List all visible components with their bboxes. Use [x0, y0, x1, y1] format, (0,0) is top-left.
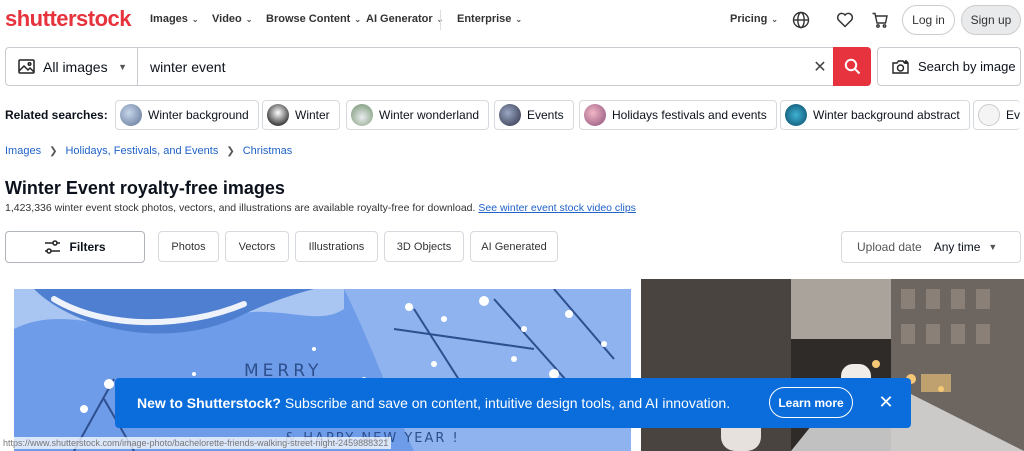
chevron-down-icon: ⌄: [191, 14, 199, 24]
banner-headline: New to Shutterstock?: [137, 395, 281, 411]
breadcrumb-link[interactable]: Images: [5, 145, 41, 157]
banner-text: Subscribe and save on content, intuitive…: [284, 395, 731, 411]
breadcrumb: Images ❯ Holidays, Festivals, and Events…: [5, 145, 292, 157]
related-chip[interactable]: Ev: [973, 100, 1021, 130]
related-chip[interactable]: Winter background: [115, 100, 259, 130]
filter-3d-objects[interactable]: 3D Objects: [384, 231, 464, 262]
search-by-image-label: Search by image: [918, 59, 1016, 74]
search-by-image-button[interactable]: Search by image: [877, 47, 1021, 86]
upload-date-value: Any time: [933, 240, 981, 254]
learn-more-button[interactable]: Learn more: [769, 387, 853, 418]
video-clips-link[interactable]: See winter event stock video clips: [478, 202, 636, 214]
chip-thumbnail: [267, 104, 289, 126]
sliders-icon: [45, 240, 61, 254]
nav-video[interactable]: Video ⌄: [212, 13, 252, 25]
caret-down-icon: ▼: [118, 61, 127, 72]
related-chip[interactable]: Winter: [262, 100, 340, 130]
related-chip[interactable]: Holidays festivals and events: [579, 100, 777, 130]
filter-vectors[interactable]: Vectors: [225, 231, 289, 262]
nav-ai-label: AI Generator: [366, 13, 433, 25]
page-title: Winter Event royalty-free images: [5, 178, 285, 198]
chip-thumbnail: [499, 104, 521, 126]
upload-date-select[interactable]: Upload date Any time ▼: [841, 231, 1021, 263]
image-icon: [18, 59, 35, 74]
chip-thumbnail: [584, 104, 606, 126]
nav-pricing[interactable]: Pricing ⌄: [730, 13, 778, 25]
filters-label: Filters: [69, 240, 106, 254]
nav-enterprise-label: Enterprise: [457, 13, 512, 25]
chip-thumbnail: [120, 104, 142, 126]
chip-label: Winter background: [148, 108, 249, 122]
chip-label: Winter background abstract: [813, 108, 960, 122]
filter-ai-generated[interactable]: AI Generated: [470, 231, 558, 262]
caret-down-icon: ▼: [988, 242, 998, 252]
camera-icon: [892, 59, 909, 74]
nav-browse-label: Browse Content: [266, 13, 351, 25]
chip-label: Winter wonderland: [379, 108, 480, 122]
chip-thumbnail: [785, 104, 807, 126]
nav-images[interactable]: Images ⌄: [150, 13, 199, 25]
related-searches-label: Related searches:: [5, 108, 108, 122]
login-button[interactable]: Log in: [902, 5, 955, 35]
chip-label: Ev: [1006, 108, 1021, 122]
top-navigation: shutterstock Images ⌄ Video ⌄ Browse Con…: [0, 0, 1024, 40]
chip-thumbnail: [978, 104, 1000, 126]
chip-label: Events: [527, 108, 564, 122]
search-button[interactable]: [833, 47, 871, 86]
language-globe-icon[interactable]: [790, 9, 812, 31]
promo-banner: New to Shutterstock? Subscribe and save …: [115, 378, 911, 428]
media-type-label: All images: [43, 58, 108, 75]
media-type-select[interactable]: All images ▼: [6, 48, 138, 85]
chevron-right-icon: ❯: [49, 145, 58, 157]
upload-date-label: Upload date: [857, 240, 922, 254]
nav-video-label: Video: [212, 13, 242, 25]
shutterstock-logo[interactable]: shutterstock: [5, 6, 132, 32]
status-bar-url: https://www.shutterstock.com/image-photo…: [0, 437, 392, 449]
chevron-down-icon: ⌄: [515, 14, 523, 24]
related-chip[interactable]: Events: [494, 100, 574, 130]
chevron-down-icon: ⌄: [245, 14, 253, 24]
related-chip[interactable]: Winter background abstract: [780, 100, 970, 130]
page-subtitle: 1,423,336 winter event stock photos, vec…: [5, 202, 636, 214]
nav-divider: [440, 10, 441, 30]
nav-pricing-label: Pricing: [730, 13, 768, 25]
close-icon[interactable]: ✕: [875, 391, 897, 413]
breadcrumb-link[interactable]: Holidays, Festivals, and Events: [65, 145, 218, 157]
chevron-right-icon: ❯: [226, 145, 235, 157]
chip-label: Winter: [295, 108, 330, 122]
filter-illustrations[interactable]: Illustrations: [295, 231, 378, 262]
favorites-heart-icon[interactable]: [834, 9, 856, 31]
clear-search-icon[interactable]: ✕: [807, 48, 833, 85]
search-bar: All images ▼ ✕: [5, 47, 871, 86]
nav-ai-generator[interactable]: AI Generator ⌄: [366, 13, 443, 25]
nav-browse-content[interactable]: Browse Content ⌄: [266, 13, 361, 25]
signup-button[interactable]: Sign up: [961, 5, 1021, 35]
filter-photos[interactable]: Photos: [158, 231, 219, 262]
search-icon: [844, 58, 860, 75]
related-chip[interactable]: Winter wonderland: [346, 100, 490, 130]
breadcrumb-link[interactable]: Christmas: [243, 145, 293, 157]
chip-thumbnail: [351, 104, 373, 126]
search-input[interactable]: [138, 48, 807, 85]
chip-label: Holidays festivals and events: [612, 108, 767, 122]
filters-button[interactable]: Filters: [5, 231, 145, 263]
chevron-down-icon: ⌄: [771, 14, 778, 24]
cart-icon[interactable]: [869, 9, 891, 31]
nav-images-label: Images: [150, 13, 188, 25]
chevron-down-icon: ⌄: [354, 14, 362, 24]
nav-enterprise[interactable]: Enterprise ⌄: [457, 13, 522, 25]
result-count-text: 1,423,336 winter event stock photos, vec…: [5, 202, 476, 214]
